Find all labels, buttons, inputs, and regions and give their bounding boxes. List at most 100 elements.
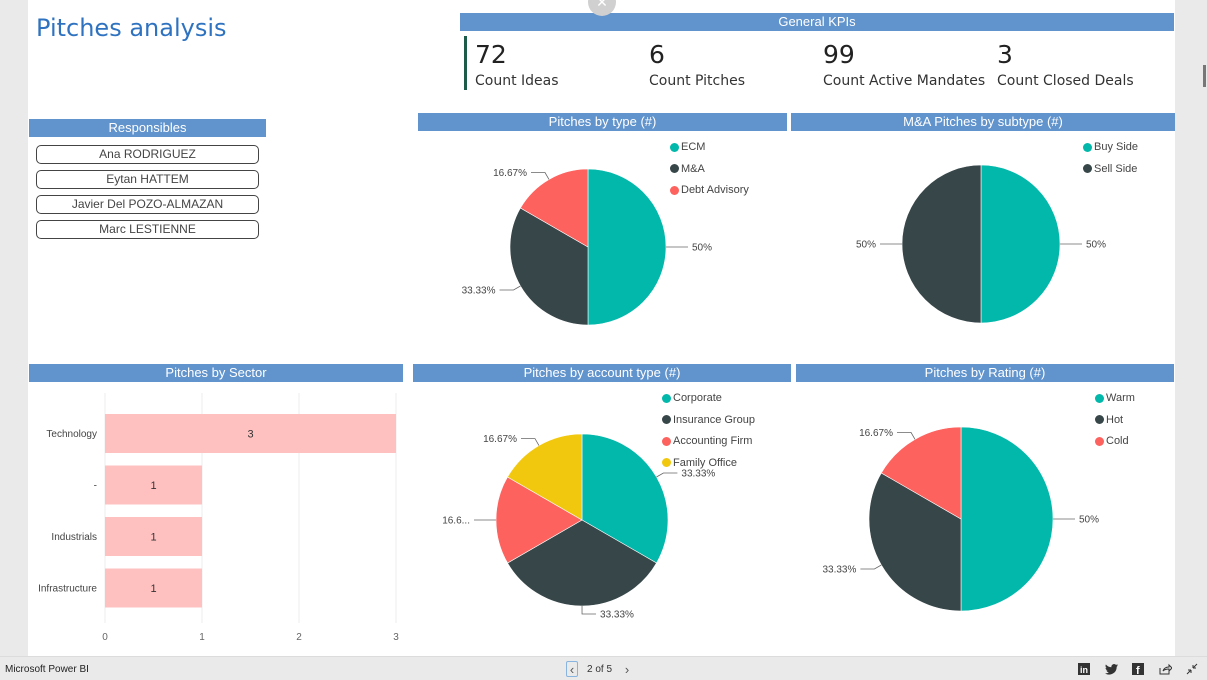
share-bar: in f (1077, 662, 1199, 676)
kpi-value: 72 (475, 40, 507, 69)
bar-chart-sector[interactable]: 0 1 2 3 Technology 3 - 1 Industrials 1 Infrastruct… (29, 383, 403, 653)
x-tick-label: 3 (393, 632, 399, 643)
legend-item[interactable]: Insurance Group (662, 414, 755, 426)
legend-item[interactable]: Corporate (662, 392, 722, 404)
legend-item[interactable]: Accounting Firm (662, 435, 752, 447)
chevron-left-icon[interactable]: ‹ (566, 661, 578, 677)
footer-bar: Microsoft Power BI ‹ 2 of 5 › in f (0, 656, 1207, 680)
leader-line (860, 564, 882, 570)
responsible-button[interactable]: Javier Del POZO-ALMAZAN (36, 195, 259, 214)
app-name: Microsoft Power BI (5, 664, 89, 675)
facebook-icon[interactable]: f (1131, 662, 1145, 676)
legend-item[interactable]: Hot (1095, 414, 1123, 426)
legend-label: Buy Side (1094, 141, 1139, 153)
legend-label: M&A (681, 162, 705, 175)
legend-label: Sell Side (1094, 162, 1138, 175)
pie-chart-type[interactable]: 50% 33.33% 16.67% (418, 132, 787, 357)
x-tick-label: 2 (296, 632, 302, 643)
legend-item[interactable]: ECM (670, 141, 705, 153)
legend-dot-icon (1095, 415, 1104, 424)
report-canvas: Pitches analysis General KPIs 72 Count I… (28, 0, 1175, 656)
pie-data-label: 33.33% (822, 565, 856, 576)
pie-data-label: 16.67% (483, 434, 517, 445)
twitter-icon[interactable] (1104, 662, 1118, 676)
pie-data-label: 50% (1079, 515, 1099, 526)
legend-item[interactable]: Sell Side (1083, 163, 1137, 175)
legend-dot-icon (662, 415, 671, 424)
page-navigator: ‹ 2 of 5 › (566, 661, 633, 677)
bar-data-label: 1 (150, 583, 156, 595)
pie-slice-buy-side[interactable] (980, 164, 1061, 324)
svg-text:f: f (1136, 665, 1140, 675)
legend-item[interactable]: Buy Side (1083, 141, 1138, 153)
page-title: Pitches analysis (36, 14, 227, 42)
legend-dot-icon (670, 142, 679, 152)
pie-data-label: 33.33% (600, 610, 634, 621)
legend-dot-icon (670, 164, 679, 173)
kpi-value: 3 (997, 40, 1013, 69)
legend-dot-icon (1083, 164, 1092, 173)
legend-dot-icon (662, 458, 671, 467)
category-label: Infrastructure (38, 584, 97, 595)
chart-header-sector: Pitches by Sector (29, 364, 403, 382)
x-tick-label: 1 (199, 632, 205, 643)
chevron-right-icon[interactable]: › (621, 661, 633, 677)
category-label: Industrials (51, 532, 97, 543)
scrollbar[interactable] (1203, 65, 1206, 87)
pie-data-label: 16.67% (859, 428, 893, 439)
responsibles-header: Responsibles (29, 119, 266, 137)
legend-dot-icon (1095, 393, 1104, 403)
pie-slice-sell-side[interactable] (901, 164, 982, 324)
legend-label: ECM (681, 141, 706, 153)
pie-data-label: 50% (856, 240, 876, 251)
pie-data-label: 33.33% (462, 286, 496, 297)
bar-data-label: 3 (247, 429, 253, 441)
chart-header-account: Pitches by account type (#) (413, 364, 791, 382)
kpi-label: Count Pitches (649, 73, 746, 89)
exit-fullscreen-icon[interactable] (1185, 662, 1199, 676)
linkedin-icon[interactable]: in (1077, 662, 1091, 676)
kpi-label: Count Closed Deals (997, 73, 1134, 89)
pie-data-label: 33.33% (681, 468, 715, 479)
legend-label: Debt Advisory (681, 184, 749, 196)
legend-dot-icon (1095, 436, 1104, 446)
share-icon[interactable] (1158, 662, 1172, 676)
legend-dot-icon (670, 185, 679, 195)
legend-item[interactable]: M&A (670, 163, 705, 175)
leader-line (656, 472, 678, 478)
kpi-value: 6 (649, 40, 665, 69)
legend-item[interactable]: Family Office (662, 457, 737, 469)
bar-data-label: 1 (150, 532, 156, 544)
legend-dot-icon (662, 393, 671, 403)
chart-header-rating: Pitches by Rating (#) (796, 364, 1174, 382)
legend-dot-icon (1083, 142, 1092, 152)
legend-label: Accounting Firm (673, 435, 753, 447)
legend-label: Warm (1106, 392, 1135, 404)
legend-label: Insurance Group (673, 413, 755, 426)
responsible-button[interactable]: Eytan HATTEM (36, 170, 259, 189)
category-label: Technology (46, 429, 97, 440)
kpi-label: Count Active Mandates (823, 73, 986, 89)
responsible-button[interactable]: Ana RODRIGUEZ (36, 145, 259, 164)
legend-item[interactable]: Cold (1095, 435, 1129, 447)
pie-data-label: 50% (692, 243, 712, 254)
kpi-value: 99 (823, 40, 855, 69)
legend-label: Corporate (673, 392, 722, 404)
leader-line (520, 438, 540, 446)
bar-data-label: 1 (150, 480, 156, 492)
pie-slice-warm[interactable] (960, 426, 1054, 612)
legend-dot-icon (662, 436, 671, 446)
pie-data-label: 50% (1086, 240, 1106, 251)
responsible-button[interactable]: Marc LESTIENNE (36, 220, 259, 239)
pie-slice-ecm[interactable] (587, 168, 667, 326)
kpi-header: General KPIs (460, 13, 1174, 31)
legend-item[interactable]: Debt Advisory (670, 184, 749, 196)
leader-line (581, 605, 597, 615)
chart-header-type: Pitches by type (#) (418, 113, 787, 131)
legend-label: Family Office (673, 456, 737, 469)
svg-text:in: in (1080, 665, 1088, 675)
page-indicator: 2 of 5 (587, 663, 613, 675)
legend-item[interactable]: Warm (1095, 392, 1135, 404)
category-label: - (94, 481, 97, 492)
pie-data-label: 16.67% (493, 168, 527, 179)
